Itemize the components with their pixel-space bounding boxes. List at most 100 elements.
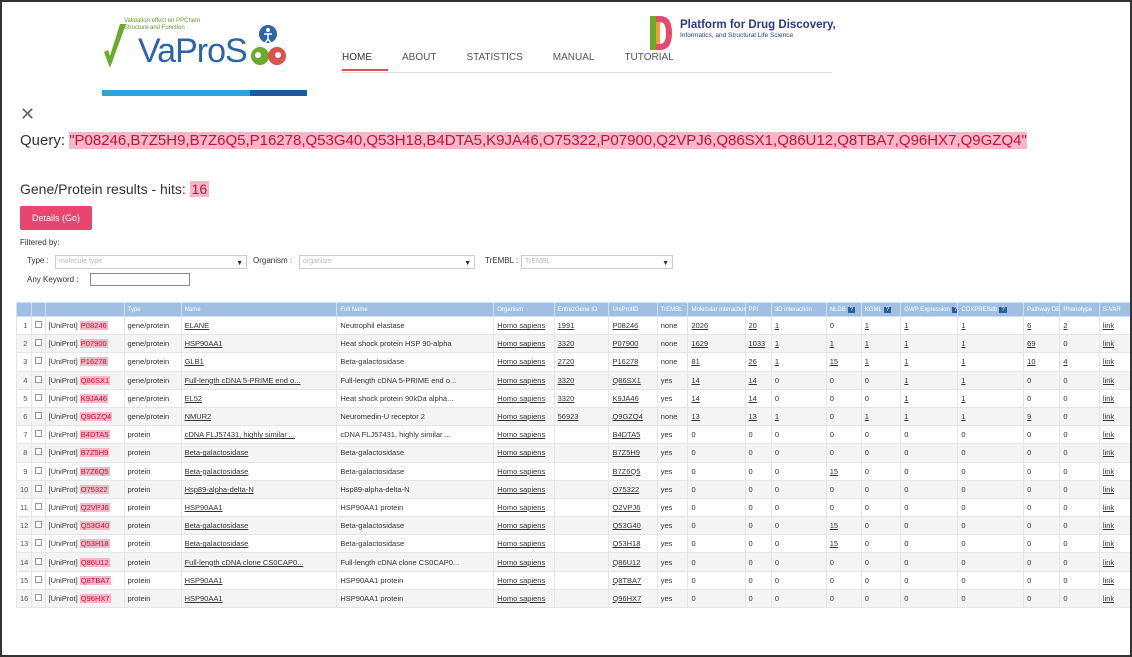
cell-link[interactable]: 1 — [775, 357, 779, 366]
row-checkbox[interactable] — [35, 575, 43, 583]
table-row[interactable]: 10 [UniProt] O75322 protein Hsp89-alpha-del… — [15, 479, 1130, 499]
table-row[interactable]: 5 [UniProt] K9JA46 gene/protein EL52 Heat sh… — [15, 388, 1130, 408]
cell-link[interactable]: 1991 — [558, 321, 575, 330]
help-icon[interactable]: ? — [847, 306, 856, 313]
cell-link[interactable]: 1 — [961, 321, 965, 330]
cell-link[interactable]: Homo sapiens — [497, 376, 545, 385]
cell-link[interactable]: link — [1103, 394, 1114, 403]
cell-link[interactable]: Q86U12 — [612, 558, 640, 567]
table-row[interactable]: 14 [UniProt] Q86U12 protein Full-length cDN… — [15, 552, 1130, 572]
cell-link[interactable]: Homo sapiens — [497, 539, 545, 548]
accession-link[interactable]: Q86U12 — [79, 557, 110, 567]
cell-link[interactable]: 1 — [865, 321, 869, 330]
cell-link[interactable]: Homo sapiens — [497, 339, 545, 348]
cell-link[interactable]: Full-length cDNA clone CS0CAP0... — [185, 558, 304, 567]
cell-link[interactable]: P16278 — [612, 357, 638, 366]
help-icon[interactable]: ? — [883, 306, 892, 313]
cell-link[interactable]: 1 — [830, 339, 834, 348]
trembl-select[interactable]: TrEMBL ▼ — [521, 255, 673, 269]
cell-link[interactable]: link — [1103, 357, 1114, 366]
cell-link[interactable]: 14 — [749, 394, 757, 403]
row-checkbox[interactable] — [35, 484, 43, 492]
table-row[interactable]: 9 [UniProt] B7Z6Q5 protein Beta-galactosida… — [15, 461, 1130, 481]
accession-link[interactable]: Q8TBA7 — [79, 575, 111, 585]
cell-link[interactable]: EL52 — [185, 394, 203, 403]
cell-link[interactable]: NMUR2 — [185, 412, 212, 421]
column-header[interactable]: Type — [123, 302, 182, 317]
row-checkbox[interactable] — [35, 339, 43, 347]
cell-link[interactable]: 1 — [961, 394, 965, 403]
cell-link[interactable]: 26 — [749, 357, 757, 366]
cell-link[interactable]: Q9GZQ4 — [612, 412, 642, 421]
cell-link[interactable]: Homo sapiens — [497, 412, 545, 421]
cell-link[interactable]: 14 — [749, 376, 757, 385]
cell-link[interactable]: 1 — [904, 321, 908, 330]
column-header[interactable]: Organism — [493, 302, 555, 317]
cell-link[interactable]: link — [1103, 521, 1114, 530]
column-header[interactable]: UniProtID — [608, 302, 658, 317]
cell-link[interactable]: 1 — [904, 412, 908, 421]
cell-link[interactable]: Homo sapiens — [497, 394, 545, 403]
cell-link[interactable]: 2720 — [558, 357, 575, 366]
cell-link[interactable]: 15 — [830, 539, 838, 548]
row-checkbox[interactable] — [35, 357, 43, 365]
vapros-logo[interactable]: Validation effect on PPChem Structure an… — [102, 18, 302, 74]
column-header[interactable]: Full Name — [336, 302, 495, 317]
cell-link[interactable]: Homo sapiens — [497, 467, 545, 476]
row-checkbox[interactable] — [35, 466, 43, 474]
column-header[interactable]: PPI — [744, 302, 772, 317]
column-header[interactable]: NLDB? — [825, 302, 862, 317]
cell-link[interactable]: link — [1103, 467, 1114, 476]
cell-link[interactable]: link — [1103, 503, 1114, 512]
cell-link[interactable]: link — [1103, 321, 1114, 330]
cell-link[interactable]: O75322 — [612, 485, 639, 494]
accession-link[interactable]: P07900 — [79, 339, 108, 349]
partner-logo[interactable]: Platform for Drug Discovery, Informatics… — [650, 16, 850, 56]
accession-link[interactable]: P08246 — [79, 321, 108, 331]
cell-link[interactable]: 3320 — [558, 376, 575, 385]
cell-link[interactable]: 14 — [691, 394, 699, 403]
cell-link[interactable]: Homo sapiens — [497, 448, 545, 457]
accession-link[interactable]: Q96HX7 — [79, 593, 111, 603]
column-header[interactable]: TrEMBL — [656, 302, 689, 317]
row-checkbox[interactable] — [35, 521, 43, 529]
accession-link[interactable]: Q53H18 — [79, 539, 110, 549]
table-row[interactable]: 13 [UniProt] Q53H18 protein Beta-galactosid… — [15, 534, 1130, 554]
cell-link[interactable]: link — [1103, 412, 1114, 421]
row-checkbox[interactable] — [35, 393, 43, 401]
table-row[interactable]: 4 [UniProt] Q86SX1 gene/protein Full-length… — [15, 370, 1130, 390]
table-row[interactable]: 6 [UniProt] Q9GZQ4 gene/protein NMUR2 Neurom… — [15, 406, 1130, 427]
accession-link[interactable]: B7Z5H9 — [79, 448, 110, 458]
cell-link[interactable]: 15 — [830, 521, 838, 530]
cell-link[interactable]: 1 — [904, 357, 908, 366]
row-checkbox[interactable] — [35, 412, 43, 420]
cell-link[interactable]: GLB1 — [185, 357, 204, 366]
cell-link[interactable]: Homo sapiens — [497, 558, 545, 567]
table-row[interactable]: 15 [UniProt] Q8TBA7 protein HSP90AA1 HSP90AA… — [15, 570, 1130, 590]
row-checkbox[interactable] — [35, 375, 43, 383]
accession-link[interactable]: K9JA46 — [79, 393, 109, 403]
cell-link[interactable]: 1 — [961, 376, 965, 385]
table-row[interactable]: 2 [UniProt] P07900 gene/protein HSP90AA1 Hea… — [15, 334, 1130, 354]
cell-link[interactable]: P08246 — [612, 321, 638, 330]
cell-link[interactable]: HSP90AA1 — [185, 339, 223, 348]
cell-link[interactable]: 1 — [775, 339, 779, 348]
table-row[interactable]: 11 [UniProt] Q2VPJ6 protein HSP90AA1 HSP90AA… — [15, 497, 1130, 518]
cell-link[interactable]: 69 — [1027, 339, 1035, 348]
organism-select[interactable]: organism ▼ — [299, 255, 475, 269]
help-icon[interactable]: ? — [999, 306, 1007, 313]
table-row[interactable]: 8 [UniProt] B7Z5H9 protein Beta-galactosida… — [15, 443, 1130, 463]
cell-link[interactable]: ELANE — [185, 321, 210, 330]
cell-link[interactable]: 15 — [830, 357, 838, 366]
cell-link[interactable]: Hsp89-alpha-delta-N — [185, 485, 254, 494]
cell-link[interactable]: 1 — [961, 412, 965, 421]
column-header[interactable]: S-VAR — [1098, 302, 1130, 317]
accession-link[interactable]: Q86SX1 — [79, 375, 111, 385]
row-checkbox[interactable] — [35, 539, 43, 547]
row-checkbox[interactable] — [35, 502, 43, 510]
row-checkbox[interactable] — [35, 321, 43, 329]
cell-link[interactable]: 1 — [865, 412, 869, 421]
cell-link[interactable]: B4DTA5 — [612, 430, 640, 439]
cell-link[interactable]: Beta-galactosidase — [185, 521, 249, 530]
cell-link[interactable]: 56923 — [558, 412, 579, 421]
